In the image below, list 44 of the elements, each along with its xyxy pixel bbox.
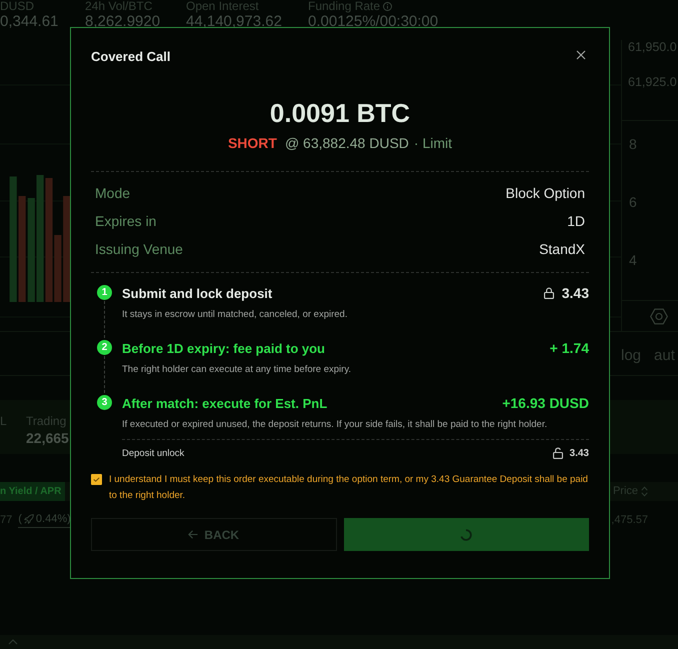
unlock-icon [552,447,563,459]
stat-value: 44,140,973.62 [186,13,282,30]
stat-value: 8,262.9920 [85,13,160,30]
detail-value: 1D [567,213,585,229]
step-title: After match: execute for Est. PnL [122,396,328,410]
check-icon [93,477,100,482]
step-amount: +16.93 DUSD [502,395,589,411]
step-description: The right holder can execute at any time before expiry. [122,363,352,377]
step-amount: + 1.74 [550,340,589,356]
order-price: @ 63,882.48 DUSD [284,135,409,151]
step-amount: 3.43 [562,285,589,301]
step-title: Submit and lock deposit [122,286,272,300]
rocket-icon [24,514,34,524]
detail-label: Mode [95,185,130,201]
detail-label: Expires in [95,213,156,229]
settings-icon[interactable] [650,308,668,324]
order-side: SHORT [228,135,277,151]
deposit-unlock-amount: 3.43 [570,448,589,458]
step-number: 3 [97,395,112,410]
detail-label: Issuing Venue [95,241,183,257]
checkbox[interactable] [91,474,102,485]
confirm-button[interactable] [344,518,589,551]
column-header: n Yield / APR [0,482,66,501]
spinner-icon [460,528,472,540]
detail-value: StandX [539,241,585,257]
order-amount: 0.0091 BTC [268,98,412,128]
order-type: · Limit [414,135,452,151]
close-icon [576,50,586,60]
detail-value: Block Option [506,185,585,201]
stat-value: 0.00125%/00:30:00 [308,13,438,30]
step-description: It stays in escrow until matched, canceled, or expired. [122,308,348,322]
deposit-unlock-label: Deposit unlock [122,448,184,458]
step-title: Before 1D expiry: fee paid to you [122,340,325,356]
arrow-left-icon [188,530,198,539]
dialog-title: Covered Call [91,49,170,65]
step-description: If executed or expired unused, the deposit returns. If your side fails, it shall be paid to the right holder. [122,418,548,432]
stat-value: 0,344.61 [0,13,58,30]
acknowledgement-text: I understand I must keep this order executable during the option term, or my 3.43 Guarantee Deposit shall be paid to the right holder. [109,473,589,503]
step-number: 1 [97,285,112,300]
sort-icon[interactable] [641,486,648,497]
step-number: 2 [97,340,112,355]
caret-icon[interactable] [8,639,18,645]
summary-value: 22,665 [26,430,69,447]
lock-icon [544,287,554,299]
